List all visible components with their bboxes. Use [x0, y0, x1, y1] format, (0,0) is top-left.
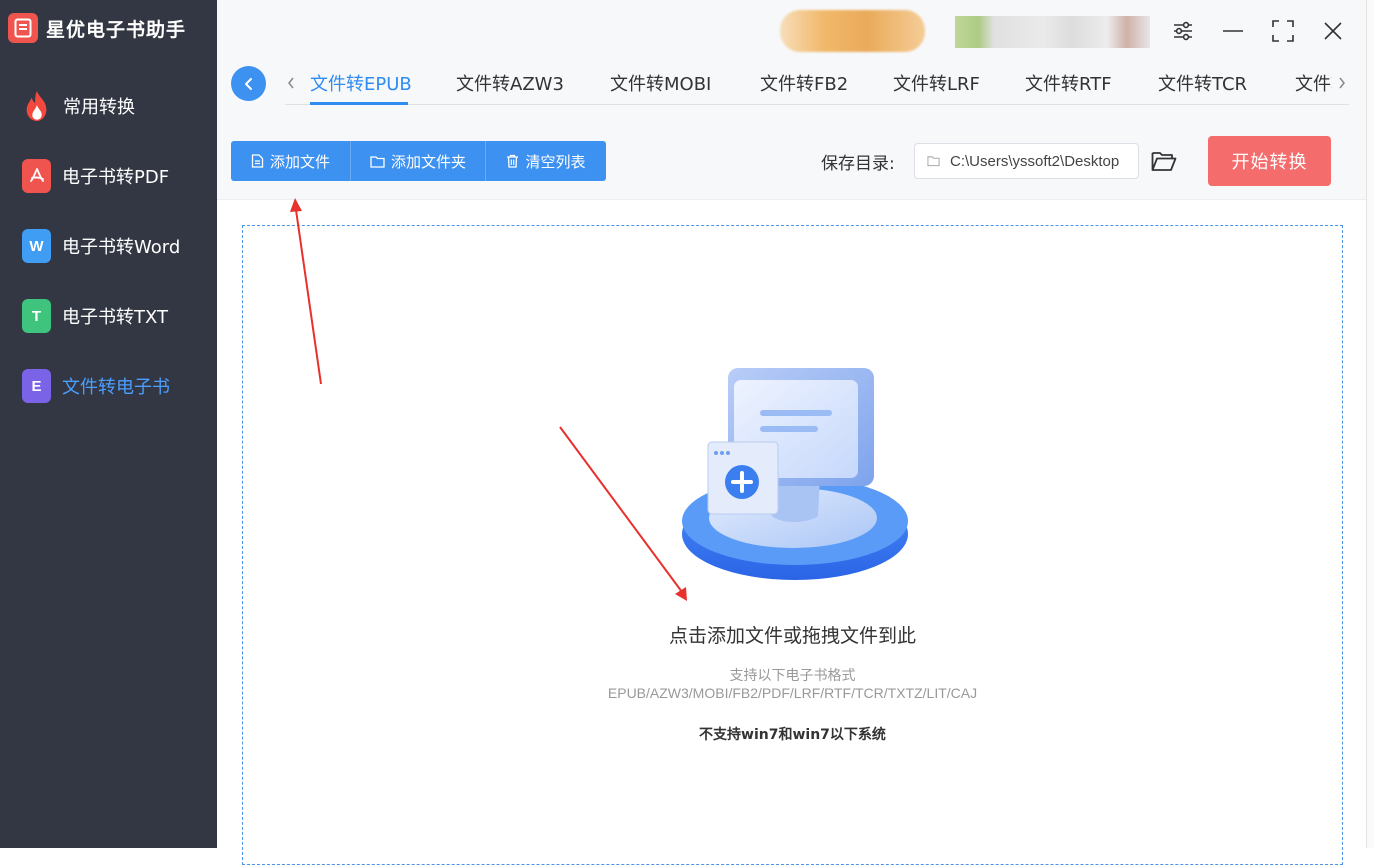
- txt-file-icon: T: [22, 299, 51, 333]
- tabs-divider: [285, 104, 1349, 105]
- toolbar: 添加文件 添加文件夹 清空列表 保存目录: 开始转换: [217, 110, 1366, 200]
- sidebar-item-label: 电子书转TXT: [62, 307, 169, 328]
- minimize-icon[interactable]: [1218, 16, 1248, 46]
- tabs-scroll-left-icon[interactable]: [283, 72, 299, 94]
- sidebar-item-label: 常用转换: [63, 97, 135, 118]
- chevron-left-icon: [244, 77, 252, 90]
- sidebar-item-label: 电子书转Word: [62, 237, 181, 258]
- sidebar-item-label: 文件转电子书: [62, 377, 170, 398]
- app-logo-icon: [8, 13, 38, 43]
- folder-icon: [370, 155, 385, 168]
- app-brand: 星优电子书助手: [8, 13, 186, 43]
- save-directory-input[interactable]: [948, 151, 1138, 171]
- back-button[interactable]: [231, 66, 266, 101]
- format-tabs-bar: 文件转EPUB 文件转AZW3 文件转MOBI 文件转FB2 文件转LRF 文件…: [217, 60, 1366, 110]
- app-title: 星优电子书助手: [46, 18, 187, 41]
- trash-icon: [507, 154, 519, 168]
- tab-clip: 文件转: [1292, 66, 1332, 100]
- flame-icon: [22, 89, 52, 123]
- supported-formats-list: EPUB/AZW3/MOBI/FB2/PDF/LRF/RTF/TCR/TXTZ/…: [607, 685, 978, 701]
- start-conversion-button[interactable]: 开始转换: [1208, 136, 1331, 186]
- ebook-file-icon: E: [22, 369, 51, 403]
- add-file-monitor-illustration: [682, 368, 908, 580]
- folder-outline-icon: [927, 156, 940, 167]
- sidebar: 星优电子书助手 常用转换 电子书转PDF W 电子书转Word T 电子书转TX…: [0, 0, 217, 848]
- browse-folder-icon[interactable]: [1150, 147, 1178, 175]
- save-directory-field[interactable]: [914, 143, 1139, 179]
- active-tab-indicator: [310, 102, 408, 105]
- sidebar-item-ebook-to-pdf[interactable]: 电子书转PDF: [22, 156, 212, 196]
- arrowhead-up: [290, 198, 302, 212]
- system-requirement-note: 不支持win7和win7以下系统: [699, 727, 886, 743]
- add-folder-button[interactable]: 添加文件夹: [351, 141, 486, 181]
- sidebar-item-ebook-to-txt[interactable]: T 电子书转TXT: [22, 296, 212, 336]
- add-folder-label: 添加文件夹: [390, 152, 466, 171]
- sidebar-item-common-conversion[interactable]: 常用转换: [22, 86, 212, 126]
- word-file-icon: W: [22, 229, 51, 263]
- clear-list-label: 清空列表: [525, 152, 586, 171]
- tab-file-to-mobi[interactable]: 文件转MOBI: [610, 70, 711, 96]
- save-directory-label: 保存目录:: [821, 154, 895, 174]
- clear-list-button[interactable]: 清空列表: [486, 141, 606, 181]
- file-button-group: 添加文件 添加文件夹 清空列表: [231, 141, 606, 181]
- file-icon: [251, 154, 264, 168]
- tab-file-to-lrf[interactable]: 文件转LRF: [893, 70, 980, 96]
- supported-formats-label: 支持以下电子书格式: [729, 668, 856, 684]
- tab-file-to-rtf[interactable]: 文件转RTF: [1025, 70, 1112, 96]
- add-file-label: 添加文件: [269, 152, 330, 171]
- maximize-icon[interactable]: [1268, 16, 1298, 46]
- add-file-button[interactable]: 添加文件: [231, 141, 351, 181]
- pdf-file-icon: [22, 159, 51, 193]
- background-window-edge: [1366, 0, 1374, 848]
- sidebar-item-label: 电子书转PDF: [62, 167, 170, 188]
- tabs-scroll-right-icon[interactable]: [1334, 72, 1350, 94]
- blurred-account-info: [955, 16, 1150, 48]
- file-drop-area[interactable]: 点击添加文件或拖拽文件到此 支持以下电子书格式 EPUB/AZW3/MOBI/F…: [242, 225, 1343, 865]
- settings-sliders-icon[interactable]: [1168, 16, 1198, 46]
- tab-file-to-azw3[interactable]: 文件转AZW3: [456, 70, 564, 96]
- tab-file-to-more[interactable]: 文件转: [1295, 70, 1332, 96]
- tab-file-to-tcr[interactable]: 文件转TCR: [1158, 70, 1247, 96]
- tab-file-to-fb2[interactable]: 文件转FB2: [760, 70, 848, 96]
- blurred-user-info: [780, 10, 925, 52]
- sidebar-item-file-to-ebook[interactable]: E 文件转电子书: [22, 366, 212, 406]
- drop-area-title: 点击添加文件或拖拽文件到此: [668, 625, 916, 647]
- tab-file-to-epub[interactable]: 文件转EPUB: [310, 70, 412, 96]
- title-bar: [217, 0, 1366, 60]
- sidebar-item-ebook-to-word[interactable]: W 电子书转Word: [22, 226, 212, 266]
- close-icon[interactable]: [1318, 16, 1348, 46]
